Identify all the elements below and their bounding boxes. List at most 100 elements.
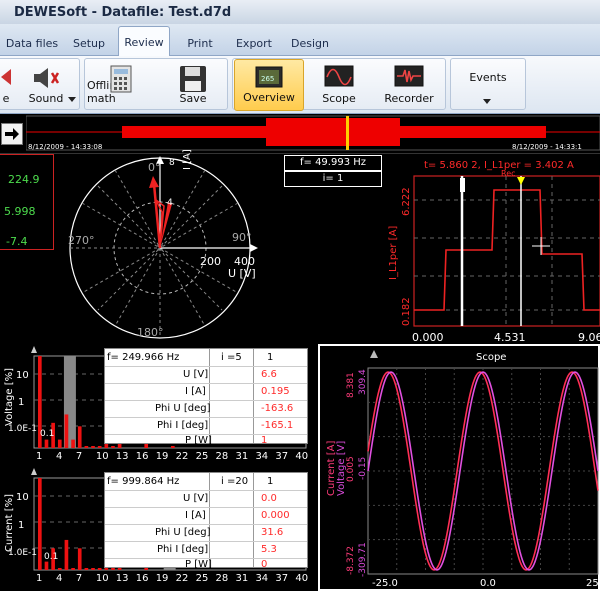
x-tick-label: 4 <box>55 573 63 584</box>
x-tick-label: 4 <box>55 451 63 462</box>
x-tick-label: 22 <box>175 451 189 462</box>
phasor-i-axis-label: I [A] <box>182 149 193 170</box>
tab-setup[interactable]: Setup <box>62 30 116 56</box>
voltage-y-tick: 1.0E-1 <box>8 424 37 434</box>
voltage-col-header: 1 <box>267 352 274 363</box>
voltage-index[interactable]: i =5 <box>221 352 242 363</box>
phasor-index[interactable]: i= 1 <box>284 171 382 187</box>
scope-current-tick: 0.005 <box>346 456 356 482</box>
scope-x-tick: -25.0 <box>372 578 398 589</box>
title-bar: DEWESoft - Datafile: Test.d7d <box>0 0 600 24</box>
overview-button[interactable]: 265 Overview <box>234 59 304 111</box>
jump-button[interactable] <box>1 123 23 145</box>
x-tick-label: 37 <box>275 573 289 584</box>
voltage-y-tick: 1 <box>18 397 25 408</box>
harmonic-bar <box>171 446 175 448</box>
table-row: Phi I [deg] -165.1 <box>105 417 307 434</box>
table-row: I [A] 0.195 <box>105 383 307 400</box>
recorder-icon <box>394 65 424 87</box>
ribbon-group-file: Offline math Save <box>84 58 228 110</box>
tab-review[interactable]: Review <box>118 26 170 57</box>
offline-math-button[interactable]: Offline math <box>87 59 155 111</box>
x-tick-label: 16 <box>135 451 149 462</box>
recorder-cursor-readout: t= 5.860 2, I_L1per = 3.402 A <box>424 160 574 171</box>
save-button[interactable]: Save <box>163 59 223 111</box>
x-tick-label: 1 <box>36 573 43 584</box>
left-readout-panel: 224.9 5.998 -7.4 <box>0 154 54 250</box>
x-tick-label: 13 <box>115 451 129 462</box>
tab-design[interactable]: Design <box>284 30 336 56</box>
x-tick-label: 34 <box>255 451 269 462</box>
x-tick-label: 25 <box>195 573 209 584</box>
sound-button[interactable]: Sound <box>21 59 71 111</box>
phasor-frequency: f= 49.993 Hz <box>284 155 382 171</box>
recorder-y-label: I_L1per [A] <box>388 225 399 280</box>
readout-value: 224.9 <box>8 173 40 186</box>
scope-voltage-tick: -0.15 <box>358 456 368 480</box>
ribbon-group-playback: e Sound <box>0 58 80 110</box>
phasor-tick: 200 <box>200 255 221 268</box>
x-tick-label: 37 <box>275 451 289 462</box>
x-tick-label: 7 <box>75 573 83 584</box>
x-tick-label: 22 <box>175 573 189 584</box>
phasor-diagram[interactable] <box>56 154 270 344</box>
x-tick-label: 25 <box>195 451 209 462</box>
overview-strip[interactable]: 8/12/2009 - 14:33:08 8/12/2009 - 14:33:1 <box>0 114 600 154</box>
harmonic-bar <box>71 568 75 570</box>
harmonic-bar <box>111 446 115 448</box>
harmonic-bar <box>57 568 62 570</box>
chevron-down-icon[interactable] <box>68 97 76 103</box>
voltage-frequency: f= 249.966 Hz <box>107 352 180 363</box>
phasor-angle-0: 0° <box>148 161 161 174</box>
tab-print[interactable]: Print <box>174 30 226 56</box>
x-tick-label: 1 <box>36 451 43 462</box>
tab-export[interactable]: Export <box>228 30 280 56</box>
x-tick-label: 40 <box>295 573 309 584</box>
voltage-y-tick: 0.1 <box>40 429 55 439</box>
scope-title: Scope <box>476 352 507 363</box>
phasor-angle-270: 270° <box>68 234 95 247</box>
recorder-y-tick: 0.182 <box>401 297 412 326</box>
harmonic-bar <box>44 561 49 570</box>
overview-end-time: 8/12/2009 - 14:33:1 <box>512 143 582 151</box>
arrow-icon <box>1 69 11 85</box>
current-y-tick: 1.0E-1 <box>8 548 37 558</box>
speaker-icon <box>34 68 60 88</box>
recorder-chart[interactable] <box>384 160 600 346</box>
voltage-y-tick: 10 <box>16 370 29 381</box>
table-row: P [W] 1 <box>105 434 307 446</box>
table-row: U [V] 0.0 <box>105 490 307 507</box>
arrow-right-icon <box>5 128 19 140</box>
current-index[interactable]: i =20 <box>221 476 248 487</box>
events-button[interactable]: Events <box>451 59 525 111</box>
phasor-angle-180: 180° <box>137 326 164 339</box>
x-tick-label: 7 <box>75 451 83 462</box>
phasor-tick: 400 <box>234 255 255 268</box>
harmonic-bar <box>57 439 62 448</box>
harmonic-bar <box>84 568 89 570</box>
scope-x-tick: 25 <box>586 578 599 589</box>
table-row: I [A] 0.000 <box>105 507 307 524</box>
recorder-button[interactable]: Recorder <box>375 59 443 111</box>
scope-button[interactable]: Scope <box>307 59 371 111</box>
harmonic-bar <box>111 568 115 570</box>
x-tick-label: 28 <box>215 573 229 584</box>
menu-bar: Data files Setup Review Print Export Des… <box>0 24 600 57</box>
harmonic-bar <box>77 548 82 570</box>
floppy-disk-icon <box>180 66 206 92</box>
recorder-y-tick: 6.222 <box>401 187 412 216</box>
harmonic-bar <box>38 478 42 570</box>
current-harmonic-table: f= 999.864 Hz i =20 1 U [V] 0.0 I [A] 0.00… <box>104 472 308 570</box>
harmonic-bar <box>97 568 102 570</box>
current-y-tick: 10 <box>16 492 29 503</box>
tab-data-files[interactable]: Data files <box>4 30 60 56</box>
ribbon: e Sound Offline math Save 265 Overview S… <box>0 56 600 114</box>
current-col-header: 1 <box>267 476 274 487</box>
chevron-down-icon <box>483 99 491 104</box>
table-row: Phi U [deg] 31.6 <box>105 524 307 541</box>
harmonic-bar <box>44 439 49 448</box>
phasor-i-tick: 4 <box>167 198 173 208</box>
ribbon-button-e[interactable]: e <box>0 59 17 111</box>
harmonic-bar <box>91 568 95 570</box>
x-tick-label: 13 <box>115 573 129 584</box>
